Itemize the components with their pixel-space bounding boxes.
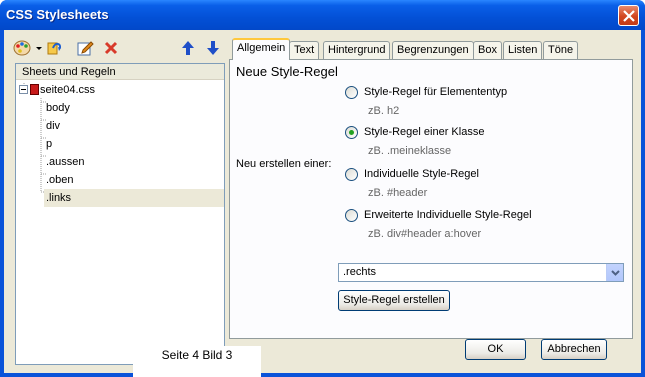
dialog-window: CSS Stylesheets Sheets und Regeln seite0… [0, 0, 645, 377]
option-id-rule-label[interactable]: Individuelle Style-Regel [364, 168, 479, 180]
tree-item-links[interactable]: .links [44, 189, 224, 207]
move-down-icon[interactable] [206, 40, 224, 58]
tree-item-oben[interactable]: .oben [46, 171, 74, 189]
option-id-rule-hint: zB. #header [368, 187, 428, 199]
close-icon [623, 10, 635, 22]
move-up-icon[interactable] [181, 40, 199, 58]
section-title: Neue Style-Regel [236, 64, 338, 79]
radio-advanced-rule[interactable] [345, 209, 358, 222]
tab-toene[interactable]: Töne [543, 41, 579, 59]
stylesheet-file-icon [30, 84, 39, 95]
tree-item-body[interactable]: body [46, 99, 70, 117]
option-element-rule-hint: zB. h2 [368, 105, 400, 117]
collapse-toggle[interactable] [19, 85, 28, 94]
tab-listen[interactable]: Listen [503, 41, 543, 59]
radio-class-rule[interactable] [345, 126, 358, 139]
tab-panel-allgemein: Neue Style-Regel Neu erstellen einer: St… [229, 59, 633, 339]
radio-id-rule[interactable] [345, 168, 358, 181]
option-class-rule-label[interactable]: Style-Regel einer Klasse [364, 126, 484, 138]
title-bar[interactable]: CSS Stylesheets [0, 0, 645, 30]
tab-allgemein[interactable]: Allgemein [232, 38, 291, 60]
close-button[interactable] [618, 5, 639, 26]
tab-begrenzungen[interactable]: Begrenzungen [392, 41, 474, 59]
tab-box[interactable]: Box [473, 41, 502, 59]
tree-root-item[interactable]: seite04.css [40, 81, 95, 99]
create-label: Neu erstellen einer: [236, 158, 332, 170]
tab-control: Allgemein Text Hintergrund Begrenzungen … [229, 38, 633, 339]
window-title: CSS Stylesheets [6, 7, 109, 22]
caption-text: Seite 4 Bild 3 [161, 348, 233, 362]
rule-name-value: .rechts [343, 266, 377, 278]
create-rule-button[interactable]: Style-Regel erstellen [338, 290, 450, 311]
option-class-rule-hint: zB. .meineklasse [368, 145, 452, 157]
rule-name-select[interactable]: .rechts [338, 263, 624, 282]
tree-header: Sheets und Regeln [16, 64, 224, 80]
tree-item-aussen[interactable]: .aussen [46, 153, 85, 171]
option-advanced-rule-label[interactable]: Erweiterte Individuelle Style-Regel [364, 209, 532, 221]
import-icon[interactable] [45, 39, 63, 57]
rules-tree[interactable]: Sheets und Regeln seite04.css body div p… [15, 63, 225, 365]
tab-hintergrund[interactable]: Hintergrund [323, 41, 391, 59]
cancel-button[interactable]: Abbrechen [541, 339, 607, 360]
edit-icon[interactable] [76, 39, 94, 57]
caption-overlay: Seite 4 Bild 3 [133, 346, 261, 377]
tree-item-div[interactable]: div [46, 117, 60, 135]
dropdown-arrow-icon[interactable] [34, 41, 44, 59]
tab-text[interactable]: Text [289, 41, 320, 59]
dialog-body: Sheets und Regeln seite04.css body div p… [4, 30, 641, 377]
option-element-rule-label[interactable]: Style-Regel für Elemententyp [364, 86, 507, 98]
tree-item-p[interactable]: p [46, 135, 52, 153]
chevron-down-icon[interactable] [606, 264, 623, 281]
ok-button[interactable]: OK [465, 339, 526, 360]
radio-selected-dot [349, 130, 354, 135]
radio-element-rule[interactable] [345, 86, 358, 99]
option-advanced-rule-hint: zB. div#header a:hover [368, 228, 482, 240]
delete-icon[interactable] [102, 39, 120, 57]
palette-icon[interactable] [13, 39, 31, 57]
